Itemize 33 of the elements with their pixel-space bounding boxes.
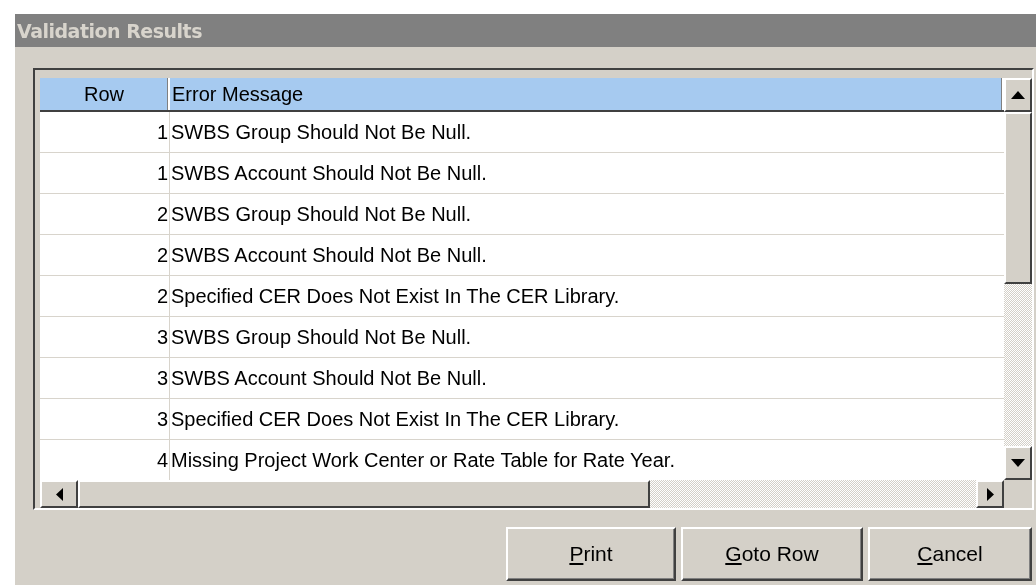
dialog-button[interactable]: Goto Row (681, 527, 863, 581)
left-arrow-icon (55, 487, 63, 501)
error-message-cell-text: SWBS Group Should Not Be Null. (170, 119, 473, 145)
error-message-cell-text: Specified CER Does Not Exist In The CER Library. (170, 406, 621, 432)
scroll-right-button[interactable] (976, 480, 1004, 508)
down-arrow-icon (1011, 459, 1025, 467)
scrollbar-thumb[interactable] (78, 480, 650, 508)
scroll-left-button[interactable] (40, 480, 78, 508)
row-number-cell: 2 (40, 235, 170, 275)
column-header[interactable]: Row (84, 82, 124, 106)
error-message-cell-text: SWBS Group Should Not Be Null. (170, 201, 473, 227)
row-number-cell: 1 (40, 153, 170, 193)
right-arrow-icon (986, 487, 994, 501)
column-header[interactable]: Error Message (172, 82, 304, 106)
up-arrow-icon (1011, 91, 1025, 99)
scroll-down-button[interactable] (1004, 446, 1032, 480)
window-title: Validation Results (17, 19, 202, 42)
row-number-cell: 3 (40, 358, 170, 398)
error-message-cell-text: Missing Project Work Center or Rate Table for Rate Year. (170, 447, 676, 473)
error-message-cell-text: SWBS Account Should Not Be Null. (170, 242, 488, 268)
row-number-cell: 1 (40, 112, 170, 152)
row-number-cell: 3 (40, 399, 170, 439)
dialog-button[interactable]: Print (506, 527, 676, 581)
scroll-up-button[interactable] (1004, 78, 1032, 112)
error-message-cell-text: SWBS Account Should Not Be Null. (170, 365, 488, 391)
row-number-cell: 2 (40, 276, 170, 316)
error-message-cell-text: SWBS Account Should Not Be Null. (170, 160, 488, 186)
scrollbar-thumb[interactable] (1004, 112, 1032, 284)
row-number-cell: 3 (40, 317, 170, 357)
row-number-cell: 2 (40, 194, 170, 234)
error-message-cell-text: Specified CER Does Not Exist In The CER Library. (170, 283, 621, 309)
error-message-cell-text: SWBS Group Should Not Be Null. (170, 324, 473, 350)
dialog-button[interactable]: Cancel (868, 527, 1032, 581)
